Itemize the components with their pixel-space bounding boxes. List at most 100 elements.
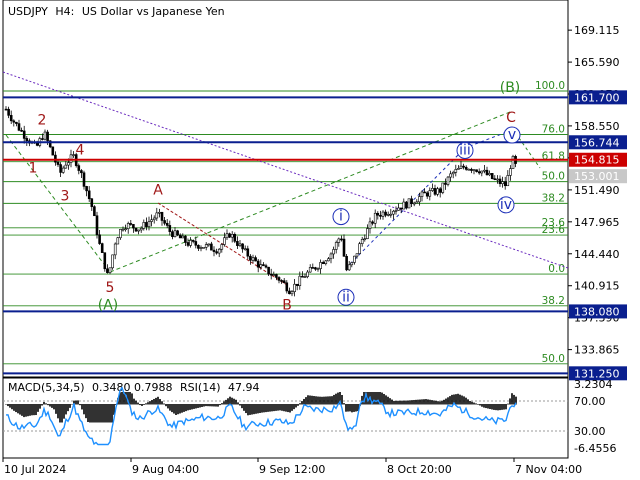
macd-bar xyxy=(179,404,181,414)
candle-body xyxy=(51,146,55,156)
candle xyxy=(496,175,499,184)
macd-bar xyxy=(187,404,189,411)
time-tick-label-2: 9 Sep 12:00 xyxy=(259,463,325,476)
candle xyxy=(134,227,138,233)
macd-bar xyxy=(203,404,205,407)
candle xyxy=(360,236,364,247)
candle xyxy=(186,238,190,248)
macd-bar xyxy=(81,404,83,410)
candle xyxy=(184,235,187,247)
candle-body xyxy=(373,212,377,224)
wave-label-13: iv xyxy=(500,197,512,213)
wave-label-6: (A) xyxy=(98,297,119,313)
candle-body xyxy=(314,267,317,270)
macd-bar xyxy=(95,404,97,423)
candle-body xyxy=(121,228,125,231)
candle xyxy=(129,219,133,226)
macd-bar xyxy=(195,404,197,409)
macd-bar xyxy=(223,401,225,405)
candle-body xyxy=(457,168,460,170)
macd-bar xyxy=(209,404,211,407)
macd-bar xyxy=(169,404,171,411)
candle xyxy=(137,229,140,235)
macd-bar xyxy=(39,404,41,409)
candle-body xyxy=(392,210,395,215)
candle xyxy=(449,170,452,182)
candle xyxy=(191,239,195,244)
candle-body xyxy=(150,219,153,222)
macd-bar xyxy=(29,404,31,416)
candle-body xyxy=(103,252,107,270)
candle xyxy=(381,210,385,220)
macd-bar xyxy=(347,404,349,412)
macd-bar xyxy=(25,404,27,417)
macd-bar xyxy=(205,404,207,407)
candle xyxy=(59,162,62,177)
macd-bar xyxy=(143,404,145,405)
candle-body xyxy=(176,230,179,236)
candle-body xyxy=(212,249,216,252)
macd-bar xyxy=(463,396,465,405)
macd-bar xyxy=(411,400,413,405)
wave-label-0: 2 xyxy=(38,113,47,129)
price-badge-label-4: 138.080 xyxy=(574,305,620,318)
price-tick-label-3: 158.550 xyxy=(574,120,620,133)
macd-bar xyxy=(319,396,321,405)
candle-body xyxy=(337,238,341,243)
candle-body xyxy=(25,138,29,142)
macd-bar xyxy=(397,400,399,405)
macd-bar xyxy=(105,404,107,423)
candle-body xyxy=(160,211,164,221)
candle xyxy=(139,226,143,233)
candle-body xyxy=(371,221,374,224)
candle xyxy=(204,242,208,251)
macd-bar xyxy=(131,393,133,405)
candle-body xyxy=(168,225,172,232)
macd-bar xyxy=(353,404,355,412)
macd-bar xyxy=(23,404,25,418)
candle-body xyxy=(17,123,21,131)
candle-body xyxy=(243,248,247,251)
macd-bar xyxy=(155,397,157,405)
candle-body xyxy=(358,243,361,254)
macd-bar xyxy=(253,404,255,415)
macd-bar xyxy=(199,404,201,408)
candle-body xyxy=(288,290,291,295)
macd-bar xyxy=(235,399,237,405)
macd-bar xyxy=(271,404,273,412)
candle xyxy=(256,258,260,273)
candle xyxy=(337,237,341,247)
macd-bar xyxy=(17,404,19,414)
macd-bar xyxy=(501,404,503,410)
candle xyxy=(462,163,465,170)
candle-body xyxy=(360,239,364,244)
macd-bar xyxy=(239,404,241,406)
macd-bar xyxy=(403,400,405,405)
macd-bar xyxy=(49,404,51,407)
candle-body xyxy=(181,235,185,239)
macd-bar xyxy=(287,404,289,413)
macd-bar xyxy=(471,401,473,405)
candle-body xyxy=(262,264,265,266)
price-badge-label-3: 153.001 xyxy=(574,170,620,183)
candle-body xyxy=(324,260,328,264)
macd-bar xyxy=(385,395,387,405)
fib-label-4: 38.2 xyxy=(542,192,565,204)
macd-bar xyxy=(51,404,53,408)
candle xyxy=(178,233,182,239)
candle-body xyxy=(197,244,200,249)
rsi-tick-70: 70.00 xyxy=(574,395,606,408)
macd-bar xyxy=(197,404,199,408)
candle-body xyxy=(12,120,16,123)
candle-body xyxy=(116,237,120,245)
candle xyxy=(168,220,172,236)
macd-bar xyxy=(335,393,337,405)
macd-bar xyxy=(455,394,457,405)
macd-bar xyxy=(431,400,433,405)
candle xyxy=(43,129,47,141)
fib-label-9: 50.0 xyxy=(542,353,565,365)
macd-bar xyxy=(349,404,351,412)
candle xyxy=(358,241,361,254)
candle-body xyxy=(259,264,263,268)
macd-bar xyxy=(461,395,463,405)
